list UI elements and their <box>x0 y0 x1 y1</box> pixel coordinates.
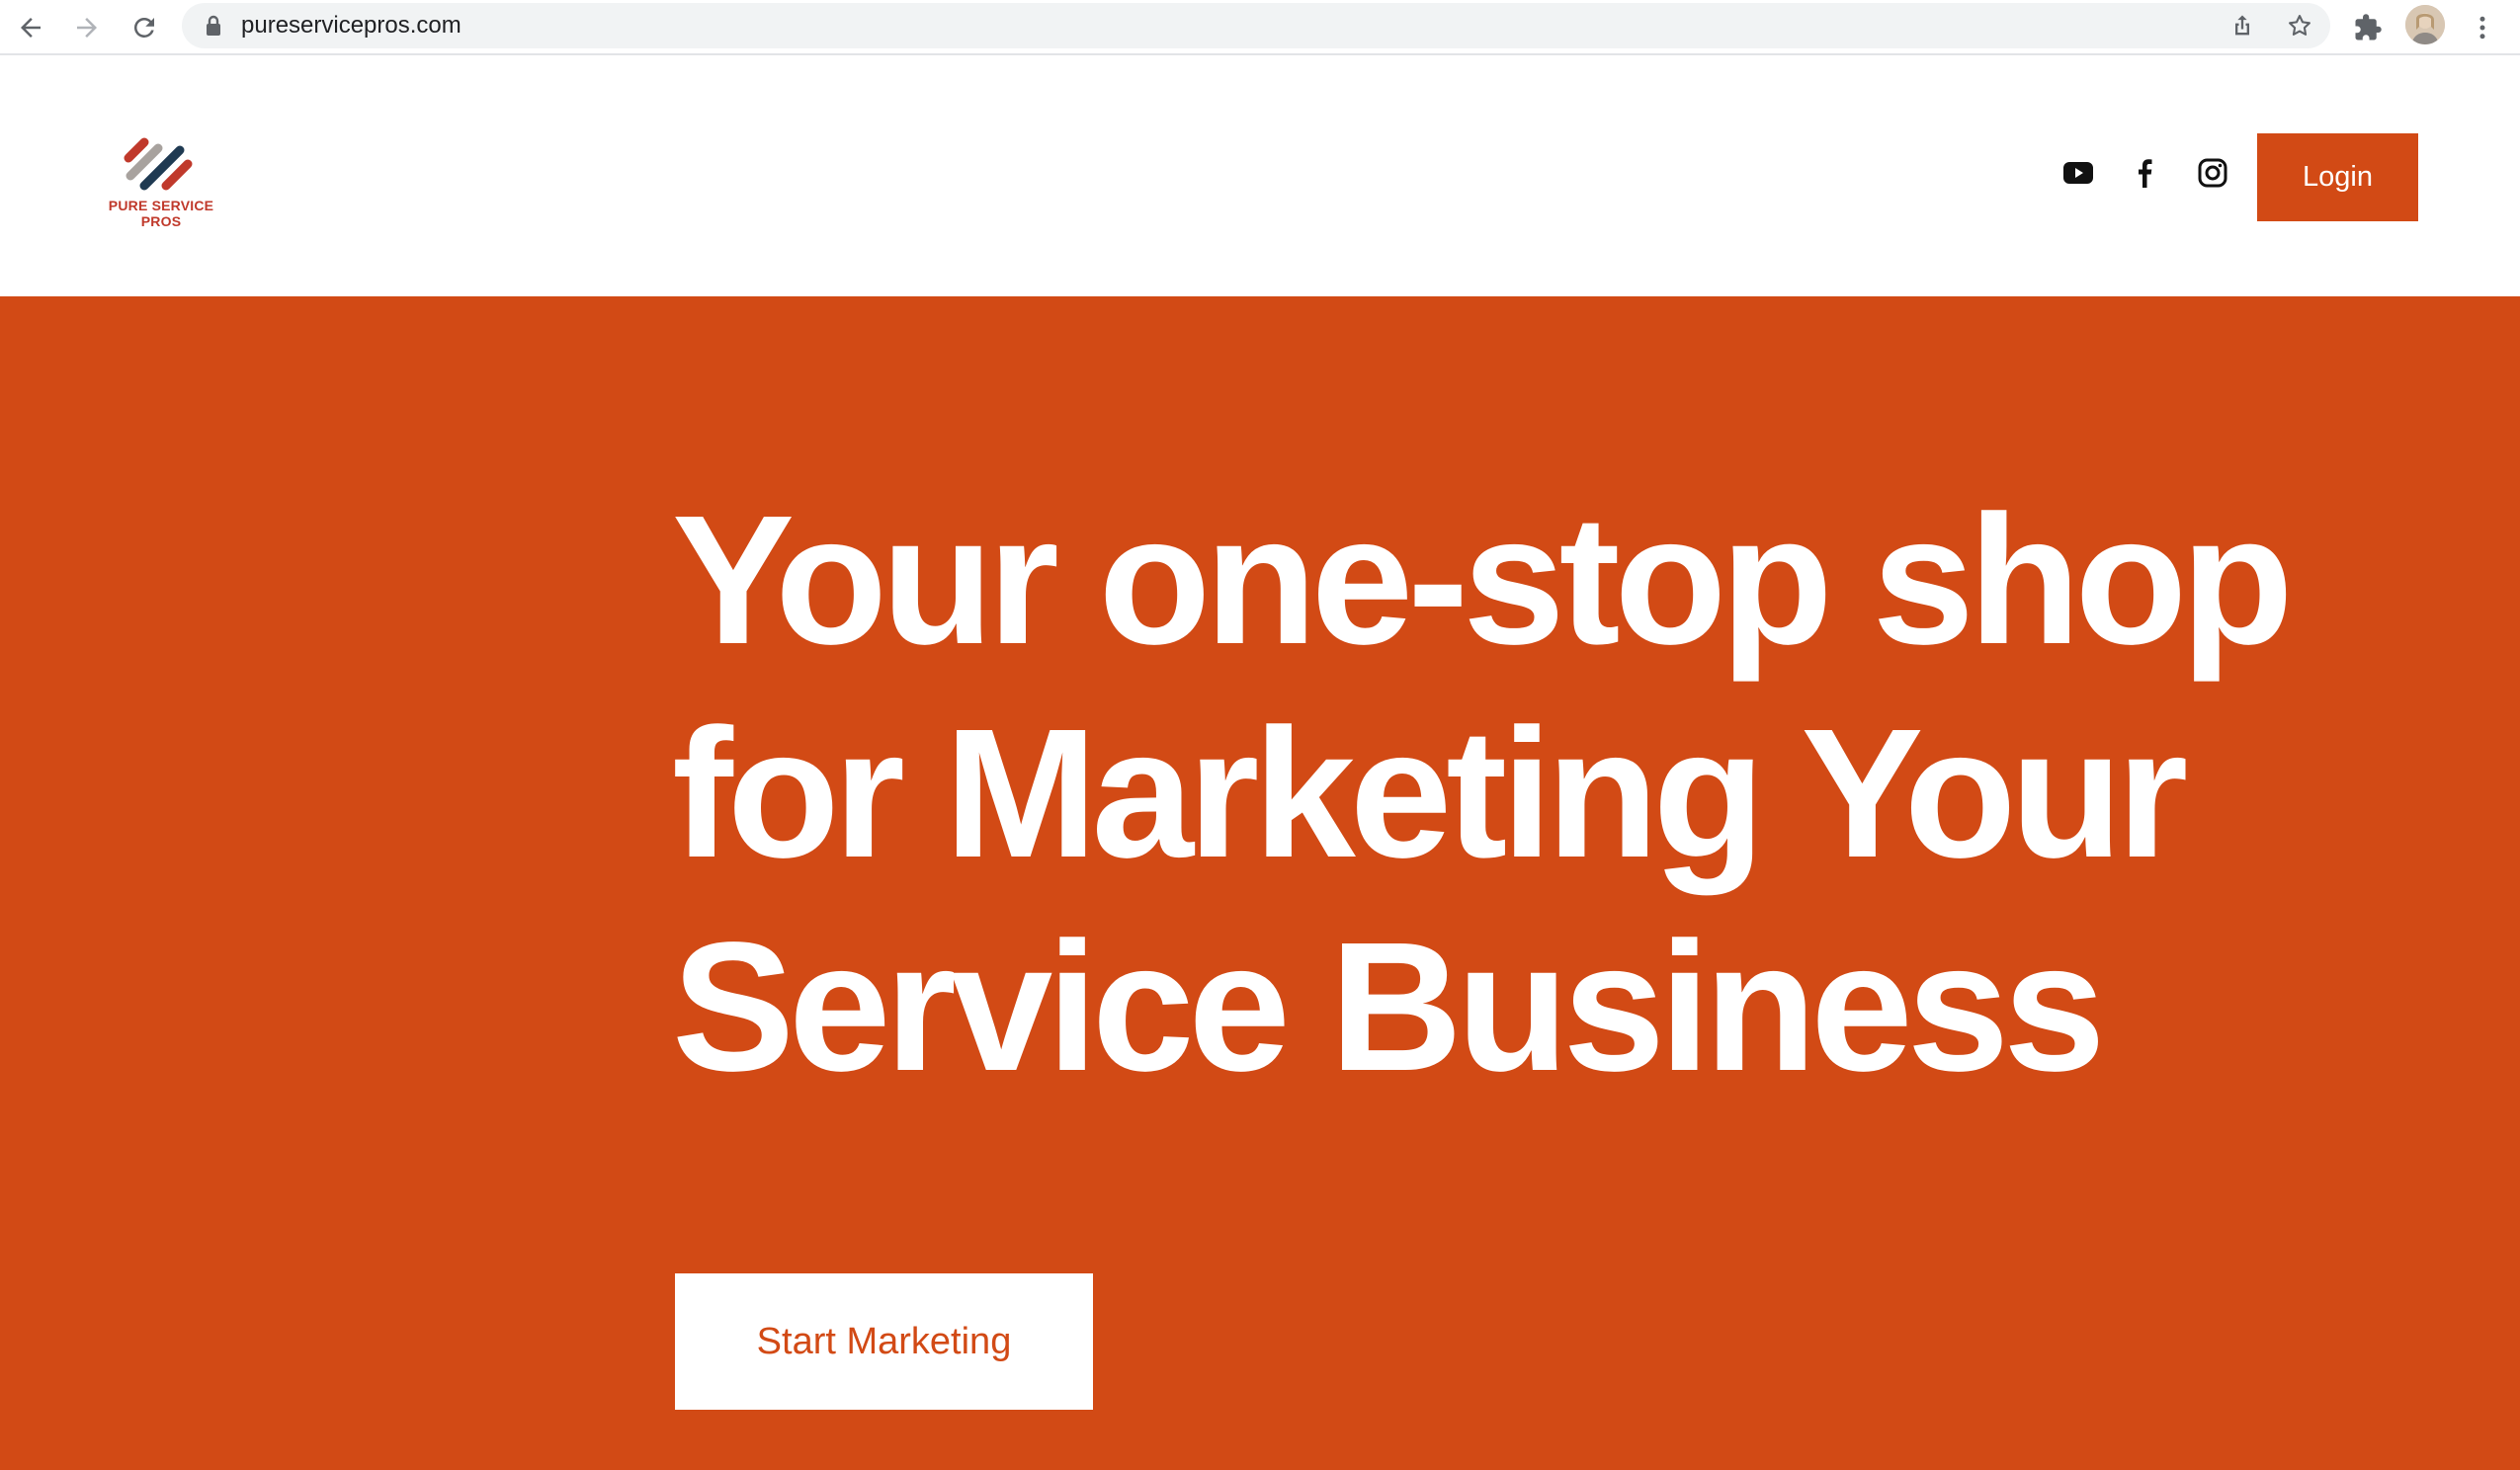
kebab-menu-icon <box>2479 16 2485 40</box>
hero-title-line: for Marketing Your <box>672 692 2188 896</box>
puzzle-icon <box>2355 14 2382 41</box>
hero-section: Your one-stop shop for Marketing Your Se… <box>0 296 2520 1470</box>
arrow-right-icon <box>77 18 97 38</box>
star-icon <box>2289 15 2310 36</box>
extensions-button[interactable] <box>2348 8 2388 47</box>
arrow-left-icon <box>21 18 41 38</box>
login-button[interactable]: Login <box>2257 133 2418 221</box>
share-button[interactable] <box>2226 9 2259 42</box>
back-button[interactable] <box>9 6 52 49</box>
browser-menu-button[interactable] <box>2463 8 2502 47</box>
youtube-icon <box>2063 162 2093 184</box>
site-header: PURE SERVICE PROS Login <box>0 55 2520 296</box>
lock-icon <box>207 15 220 36</box>
youtube-link[interactable] <box>2061 156 2095 190</box>
forward-button[interactable] <box>65 6 109 49</box>
instagram-icon <box>2198 158 2227 188</box>
facebook-icon <box>2139 159 2152 188</box>
hero-title-line: Service Business <box>672 905 2106 1109</box>
logo-stripes-icon <box>124 137 193 191</box>
instagram-link[interactable] <box>2196 156 2229 190</box>
site-logo[interactable]: PURE SERVICE PROS <box>95 130 227 229</box>
url-text: pureservicepros.com <box>241 12 462 39</box>
facebook-link[interactable] <box>2128 156 2161 190</box>
bookmark-button[interactable] <box>2283 9 2316 42</box>
hero-title-line: Your one-stop shop <box>672 478 2294 683</box>
hero-title: Your one-stop shop for Marketing Your Se… <box>672 474 2411 1114</box>
browser-toolbar: pureservicepros.com <box>0 0 2520 55</box>
reload-icon <box>133 17 154 38</box>
address-bar[interactable]: pureservicepros.com <box>182 3 2330 48</box>
avatar-icon <box>2405 5 2445 44</box>
share-icon <box>2235 15 2249 36</box>
start-marketing-button[interactable]: Start Marketing <box>675 1273 1093 1410</box>
logo-text: PURE SERVICE PROS <box>108 198 214 229</box>
reload-button[interactable] <box>123 6 166 49</box>
profile-avatar[interactable] <box>2405 5 2445 44</box>
